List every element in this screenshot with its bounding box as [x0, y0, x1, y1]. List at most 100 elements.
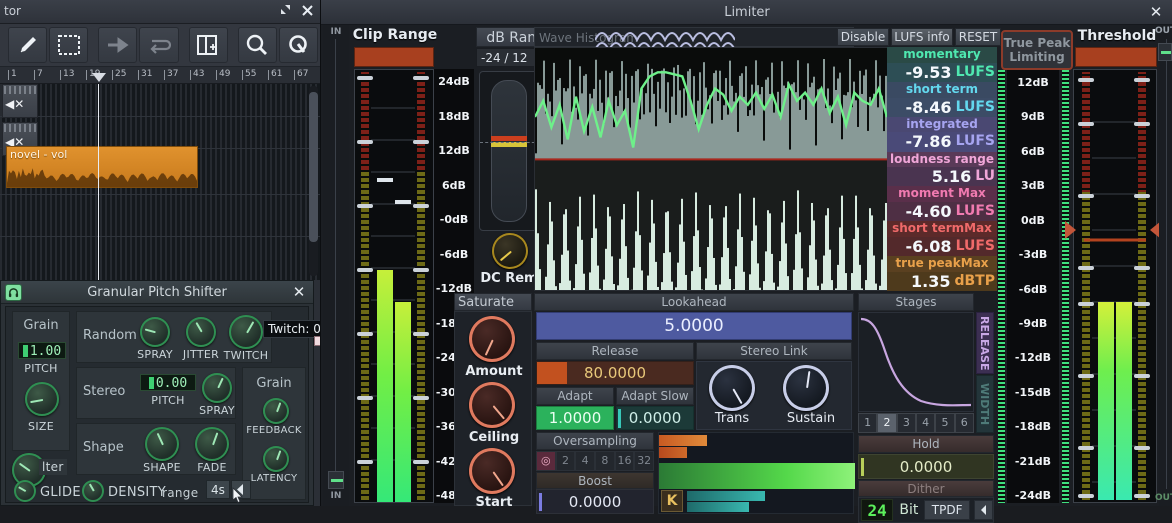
stage-button[interactable]: 3	[896, 413, 916, 433]
tab-width[interactable]: WIDTH	[976, 375, 994, 433]
chevron-left-icon[interactable]	[973, 500, 993, 520]
stage-button[interactable]: 2	[877, 413, 897, 433]
k-weighting-button[interactable]: K	[661, 490, 683, 512]
magnifier-icon[interactable]	[237, 27, 277, 63]
lufs-value-row: -6.08 LUFS	[887, 236, 997, 257]
oversampling-option[interactable]: ◎	[536, 451, 556, 471]
threshold-slider[interactable]	[1075, 47, 1157, 67]
stage-button[interactable]: 4	[915, 413, 936, 433]
saturate-start-knob[interactable]	[469, 448, 515, 494]
stereo-link-sustain-knob[interactable]	[783, 365, 829, 411]
dither-controls[interactable]: 24 Bit TPDF	[858, 497, 994, 523]
wave-histogram-chart[interactable]	[534, 47, 888, 291]
lufs-info-button[interactable]: LUFS info	[891, 28, 953, 46]
adapt-slow-field[interactable]: 0.0000	[616, 406, 694, 430]
oversampling-option[interactable]: 2	[555, 451, 576, 471]
timeline-ruler[interactable]: 1 7 13 19 25 31 37 43 49 55 61 67	[0, 67, 320, 84]
close-icon[interactable]: ✕	[1147, 4, 1165, 22]
stages-curve-display[interactable]	[858, 312, 974, 412]
saturate-amount-knob[interactable]	[469, 316, 515, 362]
random-label: Random	[83, 328, 137, 343]
random-twitch-knob[interactable]	[229, 315, 263, 349]
clip-range-meter-graphics	[357, 72, 429, 502]
shape-shape-knob[interactable]	[145, 427, 179, 461]
lookahead-label: Lookahead	[534, 293, 854, 311]
oversampling-option[interactable]: 16	[614, 451, 635, 471]
release-field[interactable]: 80.0000	[536, 361, 694, 385]
close-icon[interactable]	[298, 3, 316, 21]
shape-fade-knob[interactable]	[195, 427, 229, 461]
oversampling-option[interactable]: 4	[575, 451, 596, 471]
pencil-icon[interactable]	[8, 27, 48, 63]
random-spray-knob[interactable]	[140, 317, 170, 347]
input-gain-strip[interactable]: IN IN	[323, 25, 349, 506]
close-icon[interactable]: ✕	[290, 283, 308, 301]
audio-clip[interactable]: novel - vol	[6, 146, 198, 188]
loop-icon[interactable]	[139, 27, 179, 63]
stereo-pitch-value[interactable]: 0.00	[140, 374, 196, 391]
lookahead-field[interactable]: 5.0000	[536, 312, 852, 340]
wave-histogram-header: Wave Histogram	[534, 27, 854, 50]
clip-range-slider[interactable]	[354, 47, 434, 67]
track-handle[interactable]	[4, 124, 36, 132]
db-scale-label: -15dB	[1014, 385, 1052, 399]
lufs-value-row: -9.53 LUFS	[887, 62, 997, 82]
grain-pitch-value[interactable]: 1.00	[18, 342, 66, 359]
db-range-slider[interactable]	[479, 71, 540, 231]
feedback-knob[interactable]	[263, 398, 289, 424]
disable-button[interactable]: Disable	[837, 28, 889, 46]
oversampling-option[interactable]: 32	[634, 451, 655, 471]
grain-size-knob[interactable]	[25, 382, 59, 416]
stage-button[interactable]: 1	[858, 413, 878, 433]
restore-icon[interactable]	[276, 3, 294, 21]
arrangement-area[interactable]: ◀✕ ◀✕ novel - vol	[0, 84, 320, 280]
saturate-ceiling-knob[interactable]	[469, 382, 515, 428]
oversampling-options[interactable]: ◎ 2 4 8 16 32	[536, 451, 655, 471]
stage-button[interactable]: 5	[935, 413, 955, 433]
reset-button[interactable]: RESET	[955, 28, 1001, 46]
stereo-link-trans-knob[interactable]	[709, 365, 755, 411]
threshold-marker-left[interactable]	[1065, 221, 1076, 239]
scrollbar-thumb[interactable]	[309, 92, 318, 242]
latency-label: LATENCY	[250, 473, 298, 484]
playhead-handle[interactable]	[92, 73, 106, 82]
release-curve	[860, 317, 972, 407]
output-gain-strip[interactable]: OUT OUT	[1155, 25, 1172, 506]
playhead[interactable]	[98, 84, 99, 280]
hold-field[interactable]: 0.0000	[858, 454, 994, 479]
q-icon[interactable]	[278, 27, 318, 63]
speaker-mute-icon[interactable]: ◀✕	[3, 95, 37, 113]
fader-track	[335, 39, 336, 489]
arrow-right-icon[interactable]	[98, 27, 138, 63]
input-fader-handle[interactable]	[328, 471, 344, 489]
ruler-tick	[138, 70, 139, 80]
vertical-scrollbar[interactable]	[309, 86, 318, 276]
random-twitch-label: TWITCH	[223, 349, 269, 362]
range-value-button[interactable]: 4s	[206, 480, 230, 499]
dc-rem-knob[interactable]	[492, 233, 528, 269]
glide-knob[interactable]	[14, 480, 36, 502]
random-jitter-knob[interactable]	[186, 317, 216, 347]
tab-release[interactable]: RELEASE	[976, 312, 994, 374]
track-handle[interactable]	[4, 86, 36, 94]
adapt-field[interactable]: 1.0000	[536, 406, 614, 430]
db-scale-label: -24dB	[1014, 489, 1052, 502]
clip-label: novel - vol	[10, 148, 68, 161]
stage-buttons[interactable]: 123456	[858, 413, 974, 433]
marquee-icon[interactable]	[49, 27, 89, 63]
lufs-value: -4.60	[905, 202, 952, 222]
true-peak-limiting-button[interactable]: True Peak Limiting	[1001, 30, 1073, 70]
output-fader-handle[interactable]	[1158, 43, 1172, 61]
oversampling-option[interactable]: 8	[595, 451, 615, 471]
track-header[interactable]: ◀✕	[2, 84, 38, 118]
latency-knob[interactable]	[263, 446, 289, 472]
dither-bits-value[interactable]: 24	[861, 499, 894, 521]
range-top-handle[interactable]	[491, 136, 527, 141]
add-track-icon[interactable]	[188, 27, 228, 63]
stage-button[interactable]: 6	[954, 413, 974, 433]
boost-field[interactable]: 0.0000	[536, 489, 654, 514]
stereo-spray-knob[interactable]	[202, 373, 232, 403]
density-knob[interactable]	[82, 480, 104, 502]
dither-type-button[interactable]: TPDF	[924, 500, 970, 520]
ruler-mark: 55	[245, 69, 257, 79]
